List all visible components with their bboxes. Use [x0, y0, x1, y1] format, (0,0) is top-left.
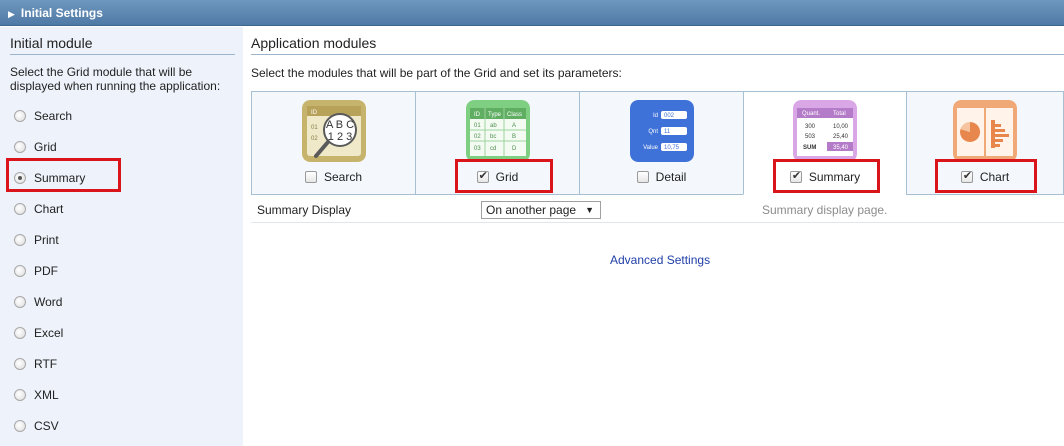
radio-icon[interactable]: [14, 420, 26, 432]
application-modules-heading: Application modules: [251, 35, 1064, 55]
detail-icon: Id 002 Qnt 11 Value 10,75: [629, 100, 694, 162]
radio-csv[interactable]: CSV: [14, 416, 59, 436]
radio-print[interactable]: Print: [14, 230, 59, 250]
grid-icon: ID Type Class 01 ab A 02 bc B 03 cd D: [465, 100, 530, 162]
radio-icon[interactable]: [14, 265, 26, 277]
svg-text:10,00: 10,00: [833, 124, 849, 130]
radio-label: CSV: [34, 419, 59, 433]
svg-text:35,40: 35,40: [833, 145, 849, 151]
radio-grid[interactable]: Grid: [14, 137, 57, 157]
checkbox-icon[interactable]: [304, 171, 317, 183]
radio-icon[interactable]: [14, 234, 26, 246]
radio-icon[interactable]: [14, 110, 26, 122]
search-icon: ID 01 02 A B C 1 2 3: [301, 100, 366, 162]
svg-text:Class: Class: [507, 112, 522, 118]
radio-chart[interactable]: Chart: [14, 199, 63, 219]
highlight-box: [773, 159, 880, 193]
svg-text:Value: Value: [643, 145, 659, 151]
highlight-box: [935, 159, 1037, 193]
svg-text:10,75: 10,75: [664, 145, 680, 151]
settings-title-bar[interactable]: ▶ Initial Settings: [0, 0, 1064, 26]
radio-word[interactable]: Word: [14, 292, 62, 312]
initial-module-description: Select the Grid module that will be disp…: [10, 65, 221, 93]
summary-display-row: Summary Display On another page ▼ Summar…: [251, 195, 1064, 223]
collapse-triangle-icon[interactable]: ▶: [8, 1, 15, 27]
summary-icon: Quant. Total 300 10,00 503 25,40 SUM 35,…: [793, 100, 857, 162]
highlight-box: [6, 158, 121, 192]
radio-label: Print: [34, 233, 59, 247]
svg-text:Type: Type: [488, 112, 502, 118]
svg-text:A: A: [512, 123, 516, 129]
svg-text:cd: cd: [490, 146, 496, 152]
svg-text:Qnt: Qnt: [648, 129, 658, 135]
radio-icon[interactable]: [14, 203, 26, 215]
dropdown-arrow-icon: ▼: [585, 205, 594, 215]
initial-module-heading: Initial module: [10, 35, 235, 55]
svg-text:01: 01: [311, 125, 318, 131]
summary-display-hint: Summary display page.: [762, 203, 888, 217]
radio-rtf[interactable]: RTF: [14, 354, 57, 374]
radio-label: Grid: [34, 140, 57, 154]
module-search-label[interactable]: Search: [252, 170, 415, 184]
highlight-box: [455, 159, 553, 193]
svg-text:03: 03: [474, 146, 481, 152]
svg-text:503: 503: [805, 134, 816, 140]
chart-icon: [953, 100, 1017, 162]
summary-display-label: Summary Display: [257, 203, 352, 217]
svg-text:25,40: 25,40: [833, 134, 849, 140]
svg-text:bc: bc: [490, 134, 496, 140]
radio-icon[interactable]: [14, 141, 26, 153]
svg-text:01: 01: [474, 123, 481, 129]
svg-text:300: 300: [805, 124, 816, 130]
svg-text:SUM: SUM: [803, 145, 816, 151]
svg-text:1 2 3: 1 2 3: [327, 131, 351, 143]
radio-label: Chart: [34, 202, 64, 216]
radio-label: Search: [34, 109, 73, 123]
radio-search[interactable]: Search: [14, 106, 72, 126]
radio-label: Word: [34, 295, 63, 309]
application-modules-panel: Application modules Select the modules t…: [243, 27, 1064, 446]
advanced-settings-link[interactable]: Advanced Settings: [610, 253, 710, 267]
checkbox-icon[interactable]: [636, 171, 649, 183]
module-detail[interactable]: Id 002 Qnt 11 Value 10,75 Detail: [579, 91, 743, 195]
radio-label: XML: [34, 388, 59, 402]
svg-text:002: 002: [664, 113, 675, 119]
svg-text:B: B: [512, 134, 516, 140]
svg-text:Id: Id: [652, 113, 657, 119]
radio-icon[interactable]: [14, 296, 26, 308]
settings-title: Initial Settings: [20, 6, 103, 20]
radio-icon[interactable]: [14, 389, 26, 401]
svg-text:02: 02: [474, 134, 481, 140]
svg-text:A B C: A B C: [325, 119, 353, 131]
application-modules-description: Select the modules that will be part of …: [251, 66, 622, 80]
svg-text:Quant.: Quant.: [802, 111, 820, 117]
module-detail-label[interactable]: Detail: [580, 170, 743, 184]
initial-module-panel: Initial module Select the Grid module th…: [0, 27, 243, 446]
svg-text:ID: ID: [474, 112, 481, 118]
svg-text:Total: Total: [833, 111, 846, 117]
svg-text:D: D: [512, 146, 517, 152]
radio-xml[interactable]: XML: [14, 385, 59, 405]
radio-label: Excel: [34, 326, 64, 340]
svg-text:02: 02: [311, 136, 318, 142]
summary-display-select[interactable]: On another page ▼: [481, 201, 601, 219]
svg-text:ab: ab: [490, 123, 497, 129]
radio-label: RTF: [34, 357, 58, 371]
module-search[interactable]: ID 01 02 A B C 1 2 3 Search: [251, 91, 415, 195]
svg-text:ID: ID: [311, 110, 318, 116]
radio-pdf[interactable]: PDF: [14, 261, 58, 281]
radio-label: PDF: [34, 264, 58, 278]
radio-icon[interactable]: [14, 358, 26, 370]
svg-text:11: 11: [664, 129, 671, 135]
radio-excel[interactable]: Excel: [14, 323, 63, 343]
radio-icon[interactable]: [14, 327, 26, 339]
